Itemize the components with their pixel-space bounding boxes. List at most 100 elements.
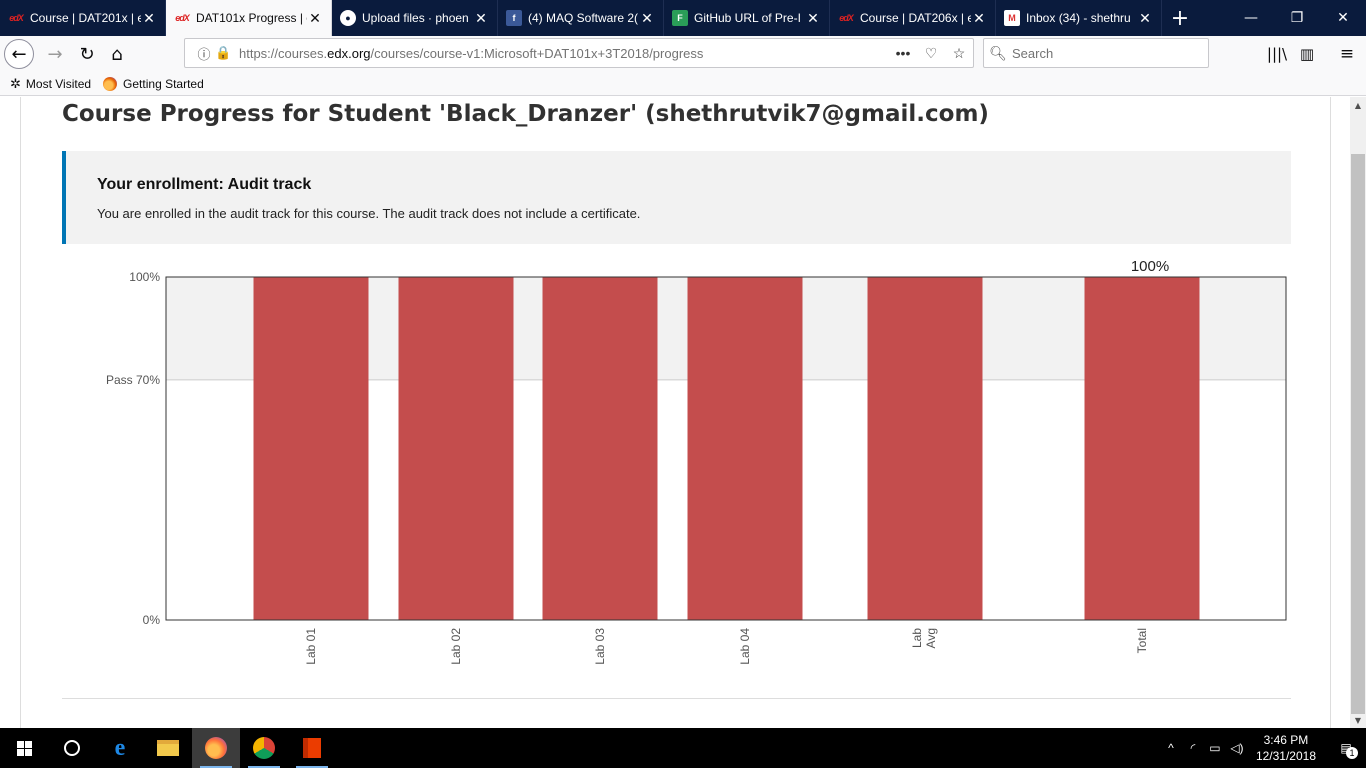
start-button[interactable] [0,728,48,768]
wifi-icon[interactable]: ◜ [1182,741,1204,755]
tab-github-url[interactable]: F GitHub URL of Pre-I ✕ [664,0,830,36]
scrollbar-thumb[interactable] [1351,154,1365,714]
library-button[interactable]: |||\ [1262,39,1292,69]
firefox-icon [205,737,227,759]
bar-lab-04 [687,277,803,620]
gmail-icon: M [1004,10,1020,26]
minimize-button[interactable]: — [1228,0,1274,36]
volume-icon[interactable]: ◁) [1226,741,1248,755]
system-tray: ^ ◜ ▭ ◁) 3:46 PM 12/31/2018 ▤ 1 [1160,728,1366,768]
tab-label: (4) MAQ Software 2( [528,11,639,25]
close-tab-icon[interactable]: ✕ [971,10,987,26]
gear-icon: ✲ [10,75,21,91]
tab-label: GitHub URL of Pre-I [694,11,801,25]
bar-lab-01 [253,277,369,620]
tab-dat101x-progress[interactable]: edX DAT101x Progress | e ✕ [166,0,332,36]
new-tab-button[interactable]: + [1162,0,1198,36]
bookmark-star-icon[interactable]: ☆ [945,45,973,62]
close-tab-icon[interactable]: ✕ [1137,10,1153,26]
tab-label: Upload files · phoen [362,11,469,25]
pocket-icon[interactable]: ♡ [917,45,945,62]
close-window-button[interactable]: ✕ [1320,0,1366,36]
menu-button[interactable]: ≡ [1332,39,1362,69]
nav-bar: ← → ↻ ⌂ ⓘ 🔒 https://courses.edx.org/cour… [0,36,1366,72]
close-tab-icon[interactable]: ✕ [141,10,157,26]
search-placeholder: Search [1012,45,1054,61]
cortana-button[interactable] [48,728,96,768]
close-tab-icon[interactable]: ✕ [805,10,821,26]
url-text[interactable]: https://courses.edx.org/courses/course-v… [239,46,889,61]
clock[interactable]: 3:46 PM 12/31/2018 [1256,732,1316,764]
bookmark-most-visited[interactable]: ✲ Most Visited [10,76,91,92]
clock-date: 12/31/2018 [1255,749,1316,763]
chevron-up-icon[interactable]: ^ [1160,741,1182,755]
x-tick-label: LabAvg [910,628,938,649]
chrome-icon [253,737,275,759]
scroll-up-arrow[interactable]: ▲ [1350,97,1366,113]
forward-button[interactable]: → [40,39,70,69]
search-bar[interactable]: 🔍︎ Search [983,38,1209,68]
office-icon [303,738,321,758]
bar-lab-03 [542,277,658,620]
tab-label: Course | DAT206x | e [860,11,971,25]
page-container: Course Progress for Student 'Black_Dranz… [20,97,1331,728]
battery-icon[interactable]: ▭ [1204,741,1226,755]
url-bar[interactable]: ⓘ 🔒 https://courses.edx.org/courses/cour… [184,38,974,68]
tab-label: DAT101x Progress | e [196,11,307,25]
bookmark-getting-started[interactable]: Getting Started [103,76,204,91]
close-tab-icon[interactable]: ✕ [307,10,323,26]
close-tab-icon[interactable]: ✕ [473,10,489,26]
y-tick-label: 0% [143,613,161,627]
home-button[interactable]: ⌂ [102,39,132,69]
reload-icon: ↻ [79,43,95,65]
sidebar-button[interactable]: ▥ [1292,39,1322,69]
github-icon: ● [340,10,356,26]
tab-course-dat201x[interactable]: edX Course | DAT201x | e ✕ [0,0,166,36]
notification-center-button[interactable]: ▤ 1 [1326,741,1366,759]
close-tab-icon[interactable]: ✕ [639,10,655,26]
tab-maq-software[interactable]: f (4) MAQ Software 2( ✕ [498,0,664,36]
grade-chart-svg: 0% Pass 70% 100% Lab 01 Lab 02 Lab 03 Lab 04 La… [106,258,1287,665]
chrome-button[interactable] [240,728,288,768]
x-tick-label: Total [1135,628,1149,653]
web-page: Course Progress for Student 'Black_Dranz… [0,97,1350,728]
x-tick-label: Lab 02 [449,628,463,665]
facebook-icon: f [506,10,522,26]
divider [62,698,1291,699]
tab-upload-files[interactable]: ● Upload files · phoen ✕ [332,0,498,36]
scroll-down-arrow[interactable]: ▼ [1350,712,1366,728]
bar-lab-avg [867,277,983,620]
firefox-button[interactable] [192,728,240,768]
tab-label: Course | DAT201x | e [30,11,141,25]
edge-icon: e [114,734,126,761]
page-actions-icon[interactable]: ••• [889,45,917,61]
circle-icon [64,740,80,756]
tab-inbox[interactable]: M Inbox (34) - shethru ✕ [996,0,1162,36]
back-button[interactable]: ← [4,39,34,69]
folder-icon [157,740,179,756]
lock-icon[interactable]: 🔒 [215,45,233,61]
bookmarks-bar: ✲ Most Visited Getting Started [0,72,1366,96]
enrollment-title: Your enrollment: Audit track [97,176,312,193]
windows-icon [16,740,32,756]
url-prefix: https://courses. [239,45,328,61]
edx-icon: edX [839,13,854,23]
office-button[interactable] [288,728,336,768]
y-tick-label: Pass 70% [106,373,160,387]
home-icon: ⌂ [111,43,123,65]
x-tick-label: Lab 01 [304,628,318,665]
tab-course-dat206x[interactable]: edX Course | DAT206x | e ✕ [830,0,996,36]
edx-icon: edX [175,13,190,23]
restore-button[interactable]: ❐ [1274,0,1320,36]
reload-button[interactable]: ↻ [72,39,102,69]
url-path: /courses/course-v1:Microsoft+DAT101x+3T2… [370,45,704,61]
bar-lab-02 [398,277,514,620]
search-icon: 🔍︎ [989,44,1007,61]
edge-button[interactable]: e [96,728,144,768]
tab-strip: edX Course | DAT201x | e ✕ edX DAT101x P… [0,0,1366,36]
clock-time: 3:46 PM [1263,733,1309,747]
tab-label: Inbox (34) - shethru [1026,11,1131,25]
file-explorer-button[interactable] [144,728,192,768]
info-icon[interactable]: ⓘ [193,44,215,63]
notification-count: 1 [1346,747,1358,759]
